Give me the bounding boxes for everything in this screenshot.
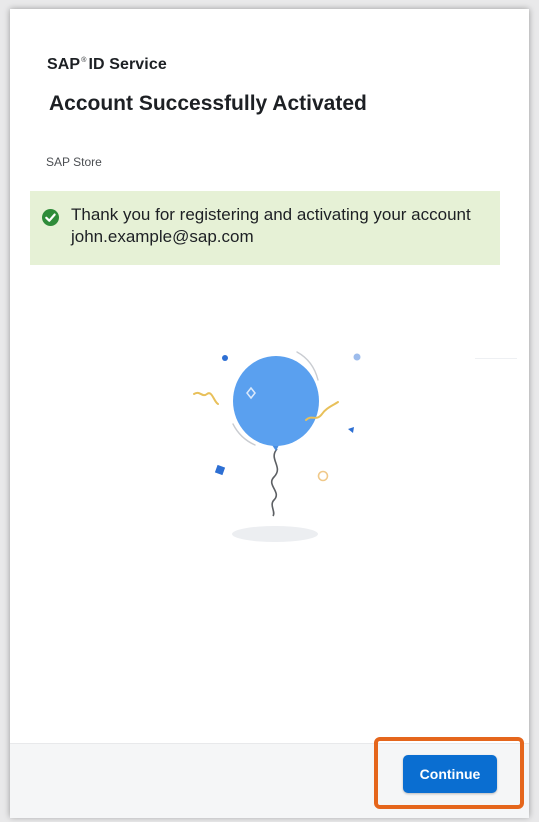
success-message-strip: Thank you for registering and activating… [30,191,500,265]
divider [475,358,517,359]
service-title: SAP® ID Service [47,56,167,74]
success-check-icon [42,209,59,226]
service-brand: SAP [47,56,81,73]
service-name: ID Service [88,56,167,73]
continue-button[interactable]: Continue [403,755,497,793]
success-message-text: Thank you for registering and activating… [71,205,471,246]
window-frame: SAP® ID Service Account Successfully Acti… [0,0,539,822]
balloon-celebration-illustration [170,334,370,544]
registered-mark: ® [81,57,87,64]
store-name: SAP Store [46,155,102,169]
page-title: Account Successfully Activated [49,92,367,115]
dialog-panel: SAP® ID Service Account Successfully Acti… [10,9,529,818]
